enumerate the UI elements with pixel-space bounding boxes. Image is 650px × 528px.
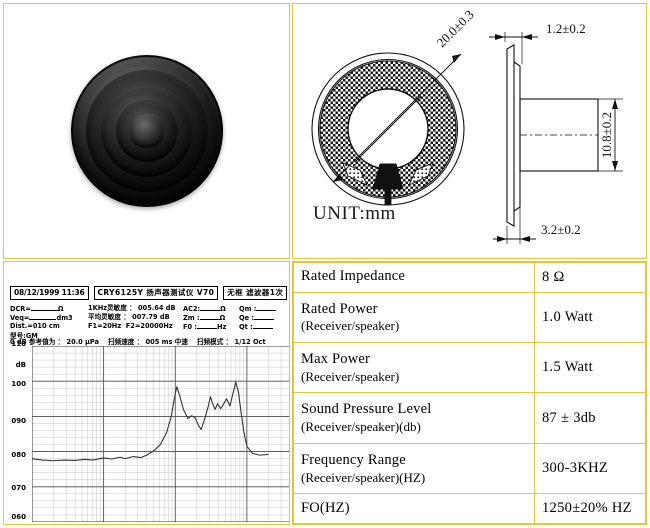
qe-label: Qe :	[239, 314, 255, 323]
unit-label: UNIT:mm	[313, 203, 396, 224]
zm-unit: Ω	[219, 314, 226, 323]
sens-1khz-label: 1KHz灵敏度 ：	[88, 304, 136, 312]
specification-table: Rated Impedance 8 Ω Rated Power (Receiver/s…	[293, 262, 646, 524]
dcr-label: DCR=	[10, 305, 31, 313]
f2-label: F2=20000Hz	[125, 322, 173, 331]
qm-value-blank	[256, 304, 277, 311]
speaker-body	[70, 55, 223, 207]
measurement-mode: 无框 滤波器1次	[223, 286, 288, 301]
spec-value: 1.0 Watt	[534, 291, 646, 344]
veq-value-blank	[29, 313, 57, 321]
sweep-settings: 0 dB 参考值为 ： 20.0 μPa 扫频速度 ： 005 ms 中速 扫频…	[10, 336, 289, 346]
measurement-chart: 08/12/1999 11:36 CRY6125Y 扬声器测试仪 V70 无框 …	[4, 262, 289, 524]
measurement-datetime: 08/12/1999 11:36	[10, 286, 89, 301]
veq-label: Veq=	[10, 314, 30, 323]
y-tick-110: 110	[11, 340, 26, 348]
qm-label: Qm :	[239, 305, 257, 313]
ac2-value-blank	[200, 304, 221, 311]
body-height-label: 10.8±0.2	[599, 112, 614, 158]
f1-value: 20Hz	[102, 322, 122, 331]
spec-value: 87 ± 3db	[534, 392, 646, 444]
spec-label: Frequency Range (Receiver/speaker)(HZ)	[293, 442, 535, 495]
speaker-photo	[4, 4, 289, 258]
flange-thickness-label: 1.2±0.2	[546, 21, 586, 36]
flange-plate	[506, 44, 515, 227]
product-photo-panel	[3, 3, 290, 259]
y-tick-080: 080	[11, 451, 26, 459]
specification-panel: Rated Impedance 8 Ω Rated Power (Receiver/s…	[292, 261, 647, 525]
measurement-parameters: DCR= Ω 1KHz灵敏度 ： 005.64 dB AC2: Ω Qm : Veq…	[10, 304, 289, 332]
spec-label: Max Power (Receiver/speaker)	[293, 342, 535, 394]
y-axis-unit: dB	[15, 361, 26, 369]
spec-row: FO(HZ) 1250±20% HZ	[293, 493, 646, 524]
f0-value-blank	[197, 322, 218, 330]
param-row-3: Dist.=010 cm F1=20Hz F2=20000Hz F0 : Hz Q…	[10, 322, 289, 331]
spec-row: Rated Impedance 8 Ω	[293, 262, 646, 293]
spec-row: Sound Pressure Level (Receiver/speaker)(d…	[293, 392, 646, 444]
spec-sublabel: (Receiver/speaker)	[301, 318, 400, 334]
zm-value-blank	[199, 313, 220, 321]
spec-label: Rated Power (Receiver/speaker)	[293, 291, 535, 344]
spec-value: 1250±20% HZ	[534, 493, 646, 524]
qe-value-blank	[254, 313, 275, 321]
y-tick-100: 100	[11, 380, 26, 388]
f0-label: F0 :	[183, 323, 198, 332]
sweep-speed-label: 扫频速度 ： 005 ms 中速	[108, 338, 188, 346]
spec-value: 300-3KHZ	[534, 442, 646, 495]
zm-label: Zm :	[183, 314, 200, 323]
frequency-response-panel: 08/12/1999 11:36 CRY6125Y 扬声器测试仪 V70 无框 …	[3, 261, 290, 525]
f1-label: F1=	[88, 322, 103, 331]
spec-label: FO(HZ)	[293, 493, 535, 524]
measurement-device: CRY6125Y 扬声器测试仪 V70	[93, 286, 219, 301]
spec-row: Max Power (Receiver/speaker) 1.5 Watt	[293, 342, 646, 394]
spec-value: 8 Ω	[534, 262, 646, 293]
spec-value: 1.5 Watt	[534, 342, 646, 394]
dcr-unit: Ω	[57, 305, 64, 313]
chart-header: 08/12/1999 11:36 CRY6125Y 扬声器测试仪 V70 无框 …	[10, 286, 288, 301]
param-row-2: Veq= dm3 平均灵敏度 ： 007.79 dB Zm : Ω Qe :	[10, 313, 289, 322]
ac2-unit: Ω	[220, 305, 226, 313]
spec-row: Frequency Range (Receiver/speaker)(HZ) 300…	[293, 442, 646, 495]
veq-unit: dm3	[56, 314, 73, 323]
dcr-value-blank	[30, 304, 58, 311]
front-view	[311, 52, 465, 206]
f0-unit: Hz	[217, 323, 227, 332]
spec-sublabel: (Receiver/speaker)(HZ)	[301, 469, 426, 485]
speaker-dust-cap	[129, 114, 164, 148]
param-row-1: DCR= Ω 1KHz灵敏度 ： 005.64 dB AC2: Ω Qm :	[10, 304, 289, 313]
spec-label: Rated Impedance	[293, 262, 535, 293]
diameter-dimension-label: 20.0±0.3	[434, 7, 477, 50]
response-plot	[32, 346, 289, 522]
y-tick-060: 060	[11, 513, 26, 521]
dist-unit: cm	[48, 322, 60, 331]
dimension-drawing-panel: 20.0±0.3 1.2±0.2 10.8±0.2 3.2±0.2 UNIT:m…	[292, 3, 647, 259]
datasheet-page: 20.0±0.3 1.2±0.2 10.8±0.2 3.2±0.2 UNIT:m…	[0, 0, 650, 528]
spec-row: Rated Power (Receiver/speaker) 1.0 Watt	[293, 291, 646, 344]
flange-inner-step	[513, 61, 521, 212]
y-tick-090: 090	[11, 417, 26, 425]
body-depth-label: 3.2±0.2	[541, 222, 581, 237]
ac2-label: AC2:	[183, 305, 201, 313]
qt-value-blank	[252, 322, 273, 330]
sens-1khz-value: 005.64 dB	[138, 304, 176, 312]
spec-sublabel: (Receiver/speaker)(db)	[301, 419, 421, 435]
sens-avg-value: 007.79 dB	[132, 313, 170, 322]
spec-label: Sound Pressure Level (Receiver/speaker)(d…	[293, 392, 535, 444]
y-tick-070: 070	[11, 484, 26, 492]
sens-avg-label: 平均灵敏度 ：	[88, 313, 130, 322]
spec-sublabel: (Receiver/speaker)	[301, 368, 400, 384]
side-view	[506, 44, 599, 227]
qt-label: Qt :	[239, 323, 253, 332]
sweep-mode-label: 扫频模式 ： 1/12 Oct	[196, 338, 266, 346]
